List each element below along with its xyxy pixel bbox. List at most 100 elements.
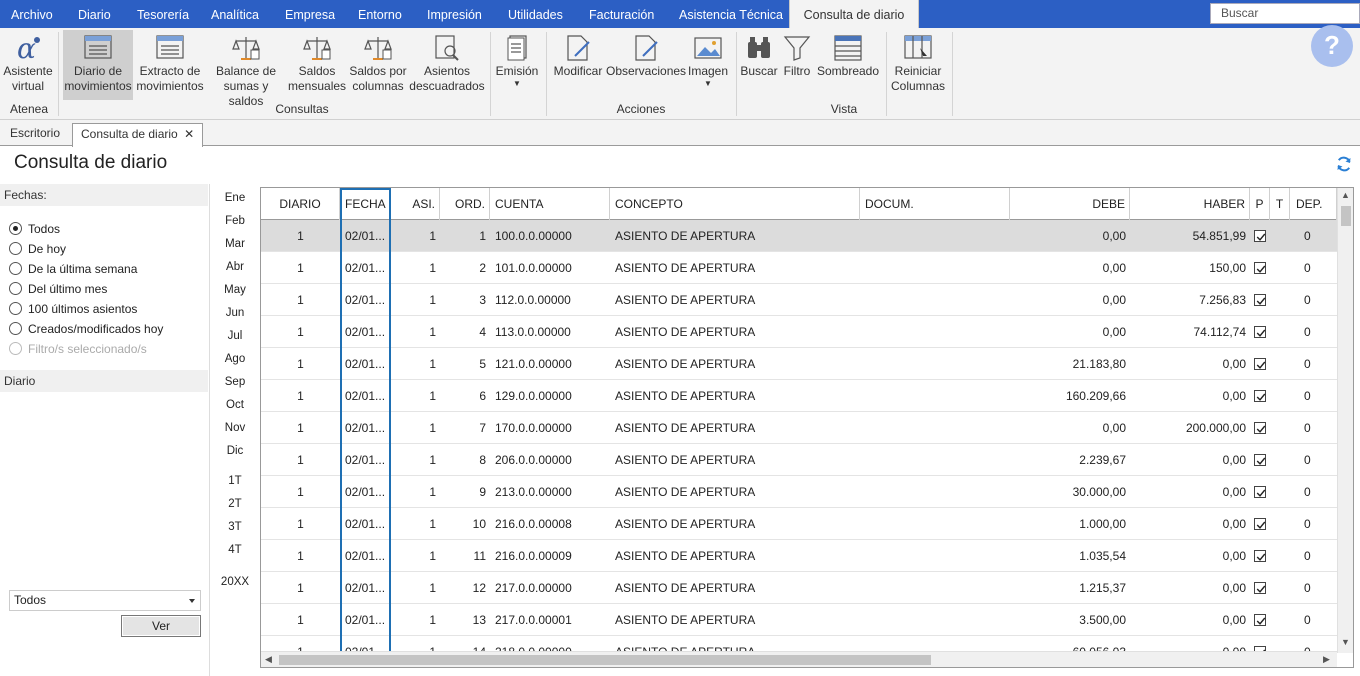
ribbon-button-extracto-de[interactable]: Extracto de movimientos — [136, 30, 204, 100]
table-row[interactable]: 1 02/01... 1 5 121.0.0.00000 ASIENTO DE APERT… — [261, 348, 1337, 380]
chevron-down-icon[interactable]: ▼ — [686, 79, 730, 89]
scroll-up-icon[interactable]: ▲ — [1341, 190, 1350, 200]
menu-tab-consulta-de-diario[interactable]: Consulta de diario — [789, 0, 919, 28]
help-icon[interactable]: ? — [1311, 25, 1353, 67]
horizontal-scroll-thumb[interactable] — [279, 655, 931, 665]
checkbox-p[interactable] — [1254, 262, 1266, 274]
table-row[interactable]: 1 02/01... 1 9 213.0.0.00000 ASIENTO DE APERT… — [261, 476, 1337, 508]
radio-button[interactable] — [9, 342, 22, 355]
checkbox-p[interactable] — [1254, 358, 1266, 370]
radio-button[interactable] — [9, 302, 22, 315]
radio-button[interactable] — [9, 322, 22, 335]
column-header-cuenta[interactable]: CUENTA — [490, 188, 610, 220]
month-feb[interactable]: Feb — [214, 215, 256, 227]
column-header-diario[interactable]: DIARIO — [261, 188, 340, 220]
table-row[interactable]: 1 02/01... 1 4 113.0.0.00000 ASIENTO DE APERT… — [261, 316, 1337, 348]
column-header-haber[interactable]: HABER — [1130, 188, 1250, 220]
ribbon-button-reiniciar[interactable]: Reiniciar Columnas — [890, 30, 946, 100]
checkbox-p[interactable] — [1254, 614, 1266, 626]
month-ago[interactable]: Ago — [214, 353, 256, 365]
menu-tab-diario[interactable]: Diario — [78, 0, 111, 28]
checkbox-p[interactable] — [1254, 326, 1266, 338]
menu-tab-analítica[interactable]: Analítica — [211, 0, 259, 28]
checkbox-p[interactable] — [1254, 294, 1266, 306]
ribbon-button-balance-de[interactable]: Balance de sumas y saldos — [206, 30, 286, 108]
month-2t[interactable]: 2T — [214, 498, 256, 510]
month-may[interactable]: May — [214, 284, 256, 296]
month-abr[interactable]: Abr — [214, 261, 256, 273]
month-ene[interactable]: Ene — [214, 192, 256, 204]
checkbox-p[interactable] — [1254, 390, 1266, 402]
menu-tab-entorno[interactable]: Entorno — [358, 0, 402, 28]
table-row[interactable]: 1 02/01... 1 11 216.0.0.00009 ASIENTO DE APER… — [261, 540, 1337, 572]
ver-button[interactable]: Ver — [121, 615, 201, 637]
ribbon-button-asistente[interactable]: α Asistente virtual — [2, 30, 54, 100]
close-icon[interactable]: ✕ — [184, 127, 194, 141]
checkbox-p[interactable] — [1254, 550, 1266, 562]
menu-tab-facturación[interactable]: Facturación — [589, 0, 654, 28]
ribbon-button-emisión[interactable]: Emisión ▼ — [494, 30, 540, 100]
menu-tab-empresa[interactable]: Empresa — [285, 0, 335, 28]
month-1t[interactable]: 1T — [214, 475, 256, 487]
chevron-down-icon[interactable]: ▼ — [494, 79, 540, 89]
horizontal-scrollbar[interactable]: ◀ ▶ — [261, 651, 1337, 667]
month-4t[interactable]: 4T — [214, 544, 256, 556]
radio-button[interactable] — [9, 242, 22, 255]
tab-escritorio[interactable]: Escritorio — [2, 123, 68, 146]
table-row[interactable]: 1 02/01... 1 1 100.0.0.00000 ASIENTO DE APERT… — [261, 220, 1337, 252]
vertical-scrollbar[interactable]: ▲ ▼ — [1337, 188, 1353, 653]
ribbon-button-asientos[interactable]: Asientos descuadrados — [409, 30, 485, 100]
menu-tab-impresión[interactable]: Impresión — [427, 0, 482, 28]
column-header-debe[interactable]: DEBE — [1010, 188, 1130, 220]
column-header-concepto[interactable]: CONCEPTO — [610, 188, 860, 220]
ribbon-button-saldos[interactable]: Saldos mensuales — [288, 30, 346, 100]
column-header-p[interactable]: P — [1250, 188, 1270, 220]
column-header-asi[interactable]: ASI. — [391, 188, 440, 220]
column-header-dep[interactable]: DEP. — [1290, 188, 1337, 220]
ribbon-button-filtro[interactable]: Filtro — [780, 30, 814, 100]
table-row[interactable]: 1 02/01... 1 3 112.0.0.00000 ASIENTO DE APERT… — [261, 284, 1337, 316]
checkbox-p[interactable] — [1254, 230, 1266, 242]
month-jul[interactable]: Jul — [214, 330, 256, 342]
month-mar[interactable]: Mar — [214, 238, 256, 250]
month-dic[interactable]: Dic — [214, 445, 256, 457]
scroll-right-icon[interactable]: ▶ — [1323, 654, 1330, 665]
vertical-scroll-thumb[interactable] — [1341, 206, 1351, 226]
column-header-ord[interactable]: ORD. — [440, 188, 490, 220]
month-jun[interactable]: Jun — [214, 307, 256, 319]
ribbon-button-modificar[interactable]: Modificar — [550, 30, 606, 100]
scroll-left-icon[interactable]: ◀ — [265, 654, 272, 665]
ribbon-button-saldos-por[interactable]: Saldos por columnas — [348, 30, 408, 100]
table-row[interactable]: 1 02/01... 1 2 101.0.0.00000 ASIENTO DE APERT… — [261, 252, 1337, 284]
table-row[interactable]: 1 02/01... 1 7 170.0.0.00000 ASIENTO DE APERT… — [261, 412, 1337, 444]
menu-tab-utilidades[interactable]: Utilidades — [508, 0, 563, 28]
column-header-docum[interactable]: DOCUM. — [860, 188, 1010, 220]
menu-tab-tesorería[interactable]: Tesorería — [137, 0, 189, 28]
table-row[interactable]: 1 02/01... 1 6 129.0.0.00000 ASIENTO DE APERT… — [261, 380, 1337, 412]
checkbox-p[interactable] — [1254, 518, 1266, 530]
table-row[interactable]: 1 02/01... 1 13 217.0.0.00001 ASIENTO DE APER… — [261, 604, 1337, 636]
ribbon-button-sombreado[interactable]: Sombreado — [816, 30, 880, 100]
menu-tab-asistencia-técnica[interactable]: Asistencia Técnica — [679, 0, 783, 28]
ribbon-button-imagen[interactable]: Imagen ▼ — [686, 30, 730, 100]
radio-button[interactable] — [9, 282, 22, 295]
search-input[interactable]: Buscar — [1210, 3, 1360, 24]
ribbon-button-buscar[interactable]: Buscar — [738, 30, 780, 100]
checkbox-p[interactable] — [1254, 582, 1266, 594]
refresh-icon[interactable] — [1335, 155, 1353, 173]
month-sep[interactable]: Sep — [214, 376, 256, 388]
ribbon-button-observaciones[interactable]: Observaciones — [606, 30, 686, 100]
ribbon-button-diario-de[interactable]: Diario de movimientos — [63, 30, 133, 100]
month-nov[interactable]: Nov — [214, 422, 256, 434]
month-oct[interactable]: Oct — [214, 399, 256, 411]
radio-button[interactable] — [9, 222, 22, 235]
table-row[interactable]: 1 02/01... 1 12 217.0.0.00000 ASIENTO DE APER… — [261, 572, 1337, 604]
table-row[interactable]: 1 02/01... 1 8 206.0.0.00000 ASIENTO DE APERT… — [261, 444, 1337, 476]
column-header-t[interactable]: T — [1270, 188, 1290, 220]
month-20xx[interactable]: 20XX — [214, 576, 256, 588]
checkbox-p[interactable] — [1254, 422, 1266, 434]
table-row[interactable]: 1 02/01... 1 10 216.0.0.00008 ASIENTO DE APER… — [261, 508, 1337, 540]
month-3t[interactable]: 3T — [214, 521, 256, 533]
column-header-fecha[interactable]: FECHA — [340, 188, 391, 220]
scroll-down-icon[interactable]: ▼ — [1341, 637, 1350, 647]
